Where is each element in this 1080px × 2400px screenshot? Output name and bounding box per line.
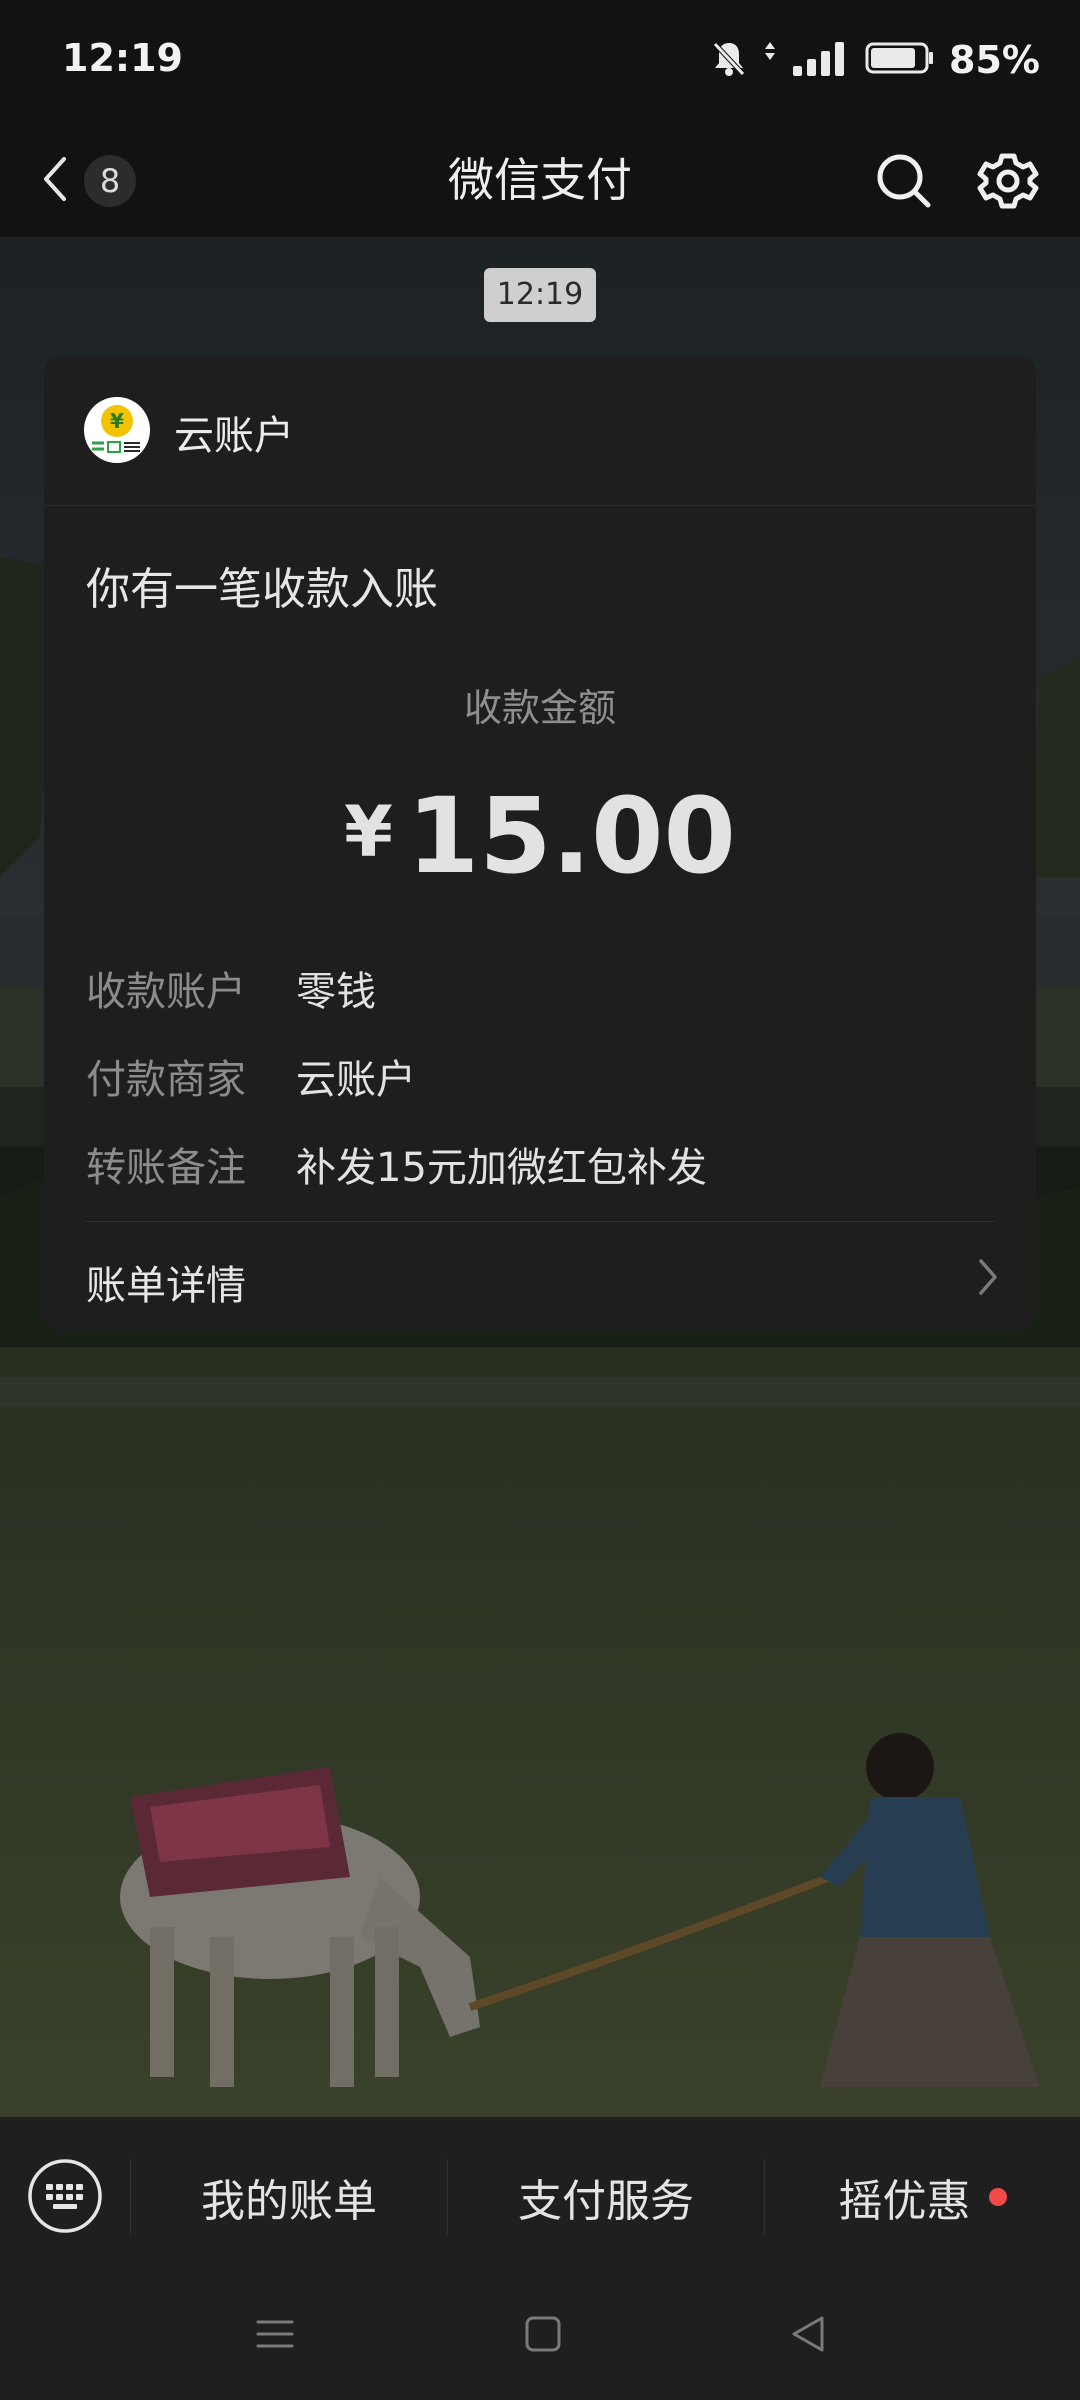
search-button[interactable] [866,143,942,219]
chevron-right-icon [976,1257,1000,1297]
currency-symbol: ¥ [344,791,393,873]
card-header: ¥ 云账户 [44,355,1036,506]
info-row-value: 零钱 [296,969,376,1015]
search-icon [866,154,942,223]
info-row-value: 云账户 [296,1057,416,1103]
status-time: 12:19 [62,36,183,80]
amount-label: 收款金额 [463,686,616,730]
menu-label: 我的账单 [201,2176,377,2227]
info-row-key: 转账备注 [86,1145,246,1191]
menu-nav-button[interactable] [254,2313,296,2355]
service-menu-bar: 我的账单 支付服务 摇优惠 [0,2117,1080,2277]
status-bar: 12:19 85% [0,0,1080,125]
settings-button[interactable] [970,143,1046,219]
yuan-coin-logo-icon: ¥ [84,397,150,463]
menu-icon [254,2320,296,2359]
amount-value: 15.00 [406,775,736,897]
notification-title: 你有一笔收款入账 [86,564,438,615]
signal-icon [791,38,851,82]
info-row-remark: 转账备注 补发15元加微红包补发 [86,1135,707,1193]
merchant-name: 云账户 [174,413,294,459]
keyboard-toggle-button[interactable] [26,2157,104,2235]
menu-payment-service[interactable]: 支付服务 [448,2117,764,2277]
menu-label: 支付服务 [518,2176,694,2227]
bill-detail-link[interactable]: 账单详情 [44,1223,1036,1331]
menu-label: 摇优惠 [838,2176,971,2227]
menu-shake-deals[interactable]: 摇优惠 [765,2117,1080,2277]
data-arrows-icon [763,38,777,82]
red-dot-badge [988,2188,1007,2206]
home-nav-button[interactable] [522,2313,564,2355]
amount-display: ¥15.00 [44,775,1036,897]
home-square-icon [522,2316,564,2359]
card-divider [86,1221,994,1222]
info-row-account: 收款账户 零钱 [86,959,376,1017]
info-row-key: 付款商家 [86,1057,246,1103]
system-nav-bar [0,2277,1080,2400]
chat-header: 8 微信支付 [0,125,1080,237]
info-row-key: 收款账户 [86,969,246,1015]
back-nav-button[interactable] [788,2313,830,2355]
battery-icon [865,38,935,82]
keyboard-icon [26,2159,104,2239]
gear-icon [970,153,1046,223]
menu-my-bill[interactable]: 我的账单 [131,2117,447,2277]
back-triangle-icon [788,2316,830,2359]
info-row-merchant: 付款商家 云账户 [86,1047,416,1105]
svg-text:¥: ¥ [110,409,124,433]
bell-muted-icon [709,38,749,82]
status-icons: 85% [709,30,1040,90]
info-row-value: 补发15元加微红包补发 [296,1145,707,1191]
bill-detail-label: 账单详情 [86,1263,246,1309]
battery-percent: 85% [949,38,1040,82]
message-time: 12:19 [484,268,596,322]
payment-notification-card[interactable]: ¥ 云账户 你有一笔收款入账 收款金额 ¥15.00 收款账户 零钱 付款商家 云账… [44,355,1036,1331]
